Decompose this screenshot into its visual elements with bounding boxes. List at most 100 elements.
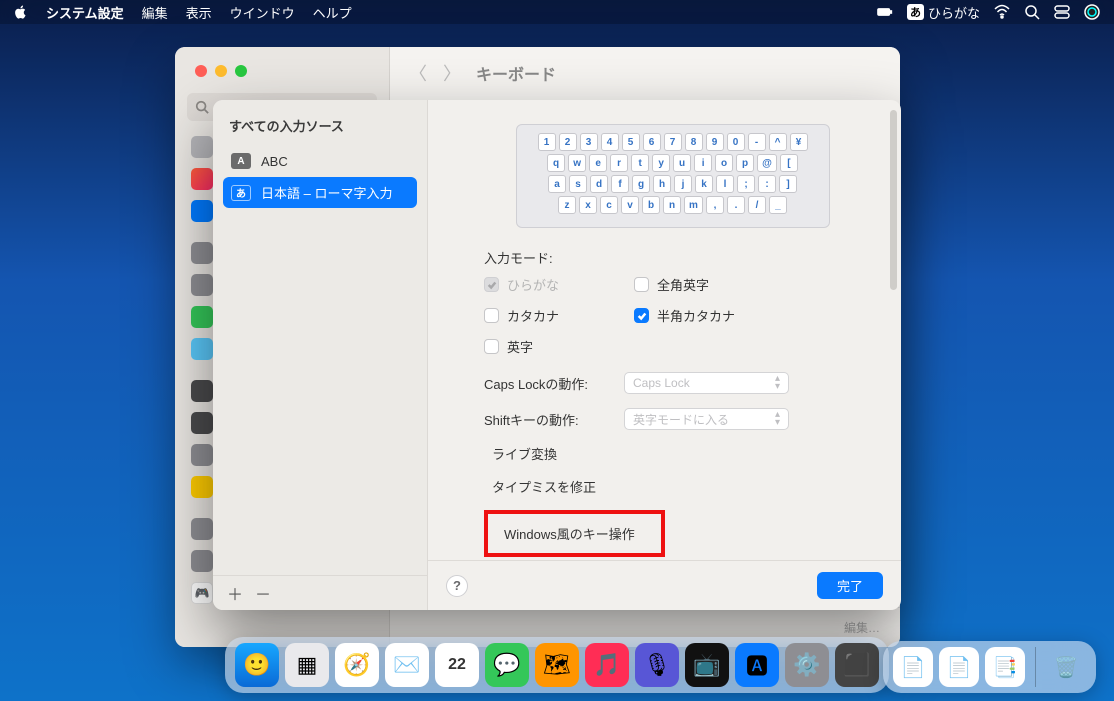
keyboard-key: y: [652, 154, 670, 172]
keyboard-key: 6: [643, 133, 661, 151]
dock-app-icon[interactable]: ⬛: [835, 643, 879, 687]
keyboard-key: g: [632, 175, 650, 193]
keyboard-key: 5: [622, 133, 640, 151]
checkbox-hiragana: ひらがな: [484, 275, 634, 294]
shift-select[interactable]: 英字モードに入る▴▾: [624, 408, 789, 430]
dock-app-icon[interactable]: 📺: [685, 643, 729, 687]
input-source-japanese-romaji[interactable]: あ 日本語 – ローマ字入力: [223, 177, 417, 208]
capslock-label: Caps Lockの動作:: [484, 374, 612, 393]
dock-app-icon[interactable]: 🎙: [635, 643, 679, 687]
help-button[interactable]: ?: [446, 575, 468, 597]
nav-forward-button[interactable]: 〉: [442, 60, 462, 86]
dock-settings-icon[interactable]: ⚙️: [785, 643, 829, 687]
dock-doc-icon[interactable]: 📄: [939, 647, 979, 687]
chevron-updown-icon: ▴▾: [775, 411, 780, 427]
wifi-icon[interactable]: [994, 4, 1010, 20]
dock-calendar-icon[interactable]: 22: [435, 643, 479, 687]
keyboard-key: h: [653, 175, 671, 193]
checkbox-windows-style-keys[interactable]: Windows風のキー操作: [496, 524, 635, 543]
keyboard-key: [: [780, 154, 798, 172]
keyboard-key: i: [694, 154, 712, 172]
keyboard-key: ¥: [790, 133, 808, 151]
menubar-item-help[interactable]: ヘルプ: [313, 3, 352, 22]
input-mode-label: 入力モード:: [484, 248, 861, 267]
keyboard-key: 1: [538, 133, 556, 151]
keyboard-key: q: [547, 154, 565, 172]
keyboard-key: :: [758, 175, 776, 193]
keyboard-key: n: [663, 196, 681, 214]
siri-icon[interactable]: [1084, 4, 1100, 20]
checkbox-live-conversion[interactable]: ライブ変換: [484, 444, 861, 463]
sheet-sidebar: すべての入力ソース A ABC あ 日本語 – ローマ字入力 ＋ －: [213, 100, 428, 610]
keyboard-key: p: [736, 154, 754, 172]
keyboard-key: _: [769, 196, 787, 214]
keyboard-key: 7: [664, 133, 682, 151]
dock-launchpad-icon[interactable]: ▦: [285, 643, 329, 687]
control-center-icon[interactable]: [1054, 4, 1070, 20]
keyboard-key: 4: [601, 133, 619, 151]
keyboard-key: @: [757, 154, 777, 172]
keyboard-key: ,: [706, 196, 724, 214]
keyboard-key: b: [642, 196, 660, 214]
nav-back-button[interactable]: 〈: [408, 60, 428, 86]
dock-app-icon[interactable]: 🎵: [585, 643, 629, 687]
edit-button-bg: 編集…: [844, 619, 880, 636]
keyboard-key: w: [568, 154, 586, 172]
ime-indicator[interactable]: あ ひらがな: [907, 3, 980, 22]
menubar-item-edit[interactable]: 編集: [142, 3, 168, 22]
dock-safari-icon[interactable]: 🧭: [335, 643, 379, 687]
checkbox-hankaku-katakana[interactable]: 半角カタカナ: [634, 306, 794, 325]
battery-icon[interactable]: [877, 4, 893, 20]
keyboard-key: v: [621, 196, 639, 214]
keyboard-key: 2: [559, 133, 577, 151]
keyboard-key: 3: [580, 133, 598, 151]
keyboard-key: o: [715, 154, 733, 172]
menubar-item-window[interactable]: ウインドウ: [230, 3, 295, 22]
dock-app-icon[interactable]: 🗺: [535, 643, 579, 687]
apple-logo-icon[interactable]: [14, 5, 28, 19]
keyboard-key: j: [674, 175, 692, 193]
page-title: キーボード: [476, 61, 556, 85]
keyboard-key: k: [695, 175, 713, 193]
keyboard-key: .: [727, 196, 745, 214]
keyboard-key: ;: [737, 175, 755, 193]
menubar: システム設定 編集 表示 ウインドウ ヘルプ あ ひらがな: [0, 0, 1114, 24]
checkbox-zenkaku-eiji[interactable]: 全角英字: [634, 275, 794, 294]
checkbox-eiji[interactable]: 英字: [484, 337, 634, 356]
input-source-abc[interactable]: A ABC: [223, 147, 417, 175]
menubar-app-name[interactable]: システム設定: [46, 3, 124, 22]
done-button[interactable]: 完了: [817, 572, 883, 599]
highlight-annotation: Windows風のキー操作: [484, 510, 665, 557]
keyboard-key: s: [569, 175, 587, 193]
dock-mail-icon[interactable]: ✉️: [385, 643, 429, 687]
keyboard-key: f: [611, 175, 629, 193]
keyboard-key: l: [716, 175, 734, 193]
scrollbar[interactable]: [890, 110, 897, 290]
dock-finder-icon[interactable]: 🙂: [235, 643, 279, 687]
dock: 🙂 ▦ 🧭 ✉️ 22 💬 🗺 🎵 🎙 📺 🅰 ⚙️ ⬛: [225, 637, 889, 693]
remove-input-source-button[interactable]: －: [251, 582, 275, 604]
settings-header: 〈 〉 キーボード: [390, 47, 900, 99]
sheet-sidebar-title: すべての入力ソース: [213, 100, 427, 147]
capslock-select[interactable]: Caps Lock▴▾: [624, 372, 789, 394]
dock-separator: [1035, 647, 1036, 687]
minimize-window-button[interactable]: [215, 65, 227, 77]
checkbox-katakana[interactable]: カタカナ: [484, 306, 634, 325]
checkbox-fix-typos[interactable]: タイプミスを修正: [484, 477, 861, 496]
keyboard-key: ]: [779, 175, 797, 193]
menubar-item-view[interactable]: 表示: [186, 3, 212, 22]
add-input-source-button[interactable]: ＋: [223, 582, 247, 604]
dock-doc-icon[interactable]: 📑: [985, 647, 1025, 687]
dock-appstore-icon[interactable]: 🅰: [735, 643, 779, 687]
dock-app-icon[interactable]: 💬: [485, 643, 529, 687]
keyboard-key: ^: [769, 133, 787, 151]
input-sources-sheet: すべての入力ソース A ABC あ 日本語 – ローマ字入力 ＋ － 12345…: [213, 100, 901, 610]
keyboard-key: a: [548, 175, 566, 193]
spotlight-icon[interactable]: [1024, 4, 1040, 20]
keyboard-key: e: [589, 154, 607, 172]
dock-trash-icon[interactable]: 🗑️: [1046, 647, 1086, 687]
close-window-button[interactable]: [195, 65, 207, 77]
dock-doc-icon[interactable]: 📄: [893, 647, 933, 687]
zoom-window-button[interactable]: [235, 65, 247, 77]
keyboard-key: z: [558, 196, 576, 214]
